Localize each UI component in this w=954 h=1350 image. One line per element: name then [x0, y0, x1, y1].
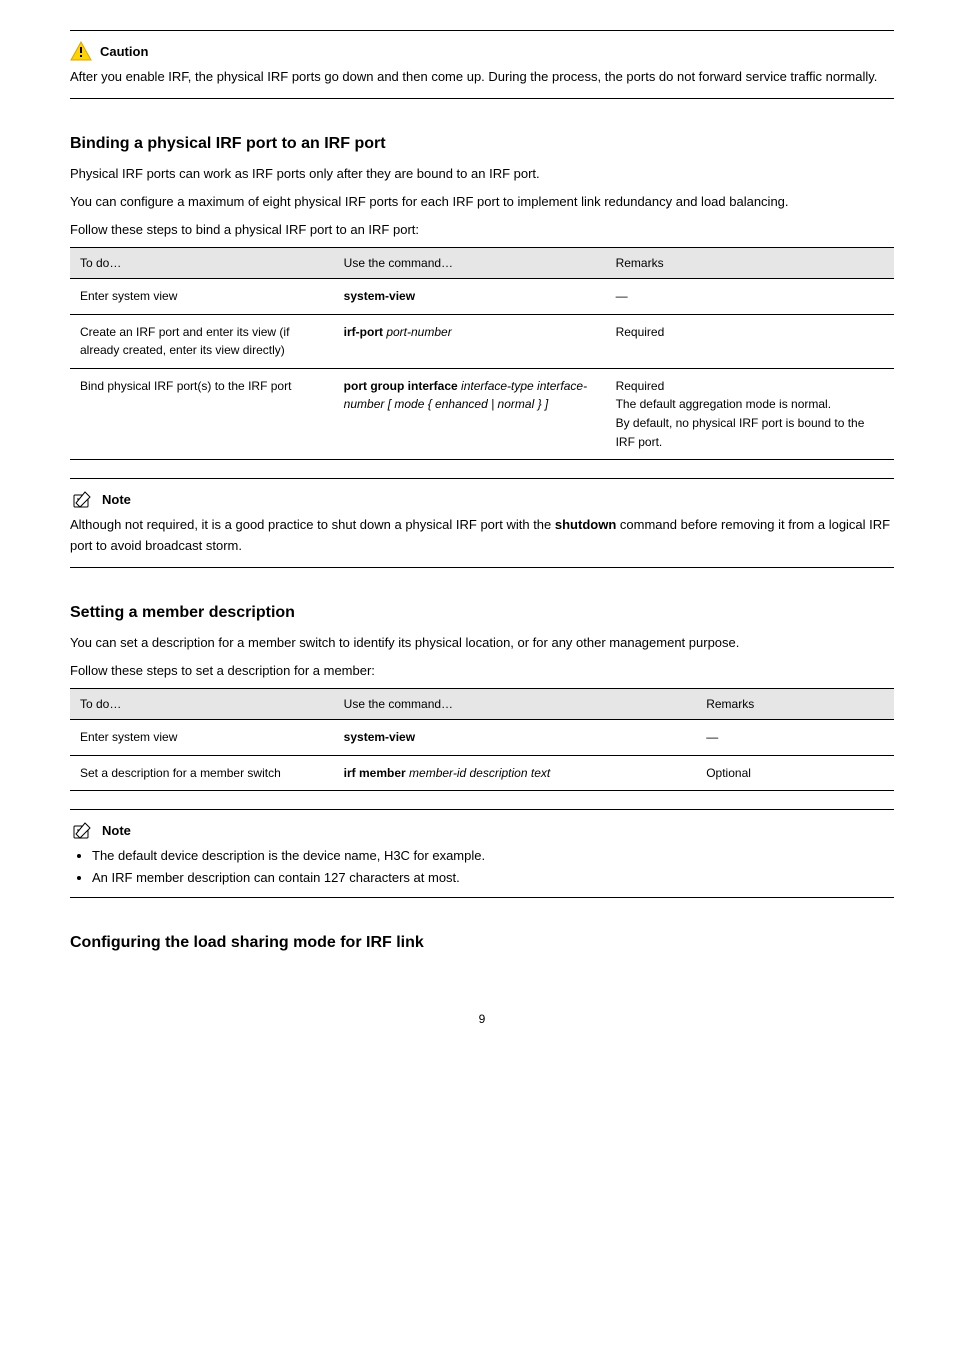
binding-paragraph-1: Physical IRF ports can work as IRF ports…: [70, 163, 894, 185]
cell-todo: Bind physical IRF port(s) to the IRF por…: [70, 368, 334, 459]
col-header-todo: To do…: [70, 689, 334, 720]
caution-body: After you enable IRF, the physical IRF p…: [70, 67, 894, 88]
page-number: 9: [70, 1012, 894, 1026]
caution-label: Caution: [100, 44, 148, 59]
description-paragraph-2: Follow these steps to set a description …: [70, 660, 894, 682]
col-header-remarks: Remarks: [606, 248, 894, 279]
note1-cmd: shutdown: [555, 517, 616, 532]
section-title-binding: Binding a physical IRF port to an IRF po…: [70, 135, 894, 153]
table-header-row: To do… Use the command… Remarks: [70, 689, 894, 720]
note1-body: Although not required, it is a good prac…: [70, 515, 894, 557]
cell-todo: Create an IRF port and enter its view (i…: [70, 314, 334, 368]
cmd-keyword: irf member: [344, 766, 406, 780]
description-table: To do… Use the command… Remarks Enter sy…: [70, 688, 894, 791]
col-header-remarks: Remarks: [696, 689, 894, 720]
cell-command: irf member member-id description text: [334, 755, 697, 791]
note-icon: [70, 820, 94, 840]
cell-remarks: —: [606, 279, 894, 315]
cmd-keyword: system-view: [344, 730, 415, 744]
note2-top-rule: [70, 809, 894, 810]
binding-paragraph-3: Follow these steps to bind a physical IR…: [70, 219, 894, 241]
spacer: [70, 460, 894, 478]
list-item: The default device description is the de…: [92, 846, 894, 866]
cmd-arg: member-id description text: [406, 766, 551, 780]
note1-top-rule: [70, 478, 894, 479]
cmd-keyword: port group interface: [344, 379, 458, 393]
page: Caution After you enable IRF, the physic…: [0, 0, 954, 1350]
note2-label: Note: [102, 823, 131, 838]
table-row: Set a description for a member switch ir…: [70, 755, 894, 791]
cell-todo: Enter system view: [70, 720, 334, 756]
cmd-keyword: irf-port: [344, 325, 383, 339]
spacer: [70, 791, 894, 809]
table-row: Create an IRF port and enter its view (i…: [70, 314, 894, 368]
cell-command: port group interface interface-type inte…: [334, 368, 606, 459]
note1-header: Note: [70, 489, 894, 509]
caution-header: Caution: [70, 41, 894, 61]
note-icon: [70, 489, 94, 509]
caution-bottom-rule: [70, 98, 894, 99]
col-header-command: Use the command…: [334, 248, 606, 279]
note2-bottom-rule: [70, 897, 894, 898]
cell-remarks: Optional: [696, 755, 894, 791]
caution-top-rule: [70, 30, 894, 31]
note2-header: Note: [70, 820, 894, 840]
table-header-row: To do… Use the command… Remarks: [70, 248, 894, 279]
cell-command: system-view: [334, 720, 697, 756]
cell-remarks: Required: [606, 314, 894, 368]
cell-remarks: Required The default aggregation mode is…: [606, 368, 894, 459]
note1-bottom-rule: [70, 567, 894, 568]
cmd-keyword: system-view: [344, 289, 415, 303]
caution-icon: [70, 41, 92, 61]
binding-paragraph-2: You can configure a maximum of eight phy…: [70, 191, 894, 213]
cell-remarks: —: [696, 720, 894, 756]
section-title-description: Setting a member description: [70, 604, 894, 622]
binding-table: To do… Use the command… Remarks Enter sy…: [70, 247, 894, 460]
note1-label: Note: [102, 492, 131, 507]
cell-todo: Enter system view: [70, 279, 334, 315]
table-row: Enter system view system-view —: [70, 720, 894, 756]
col-header-command: Use the command…: [334, 689, 697, 720]
cell-todo: Set a description for a member switch: [70, 755, 334, 791]
cell-command: irf-port port-number: [334, 314, 606, 368]
note1-text-prefix: Although not required, it is a good prac…: [70, 517, 555, 532]
cell-command: system-view: [334, 279, 606, 315]
table-row: Bind physical IRF port(s) to the IRF por…: [70, 368, 894, 459]
description-paragraph-1: You can set a description for a member s…: [70, 632, 894, 654]
col-header-todo: To do…: [70, 248, 334, 279]
list-item: An IRF member description can contain 12…: [92, 868, 894, 888]
note2-bullets: The default device description is the de…: [70, 846, 894, 887]
section-title-loadsharing: Configuring the load sharing mode for IR…: [70, 934, 894, 952]
cmd-arg: port-number: [383, 325, 452, 339]
table-row: Enter system view system-view —: [70, 279, 894, 315]
